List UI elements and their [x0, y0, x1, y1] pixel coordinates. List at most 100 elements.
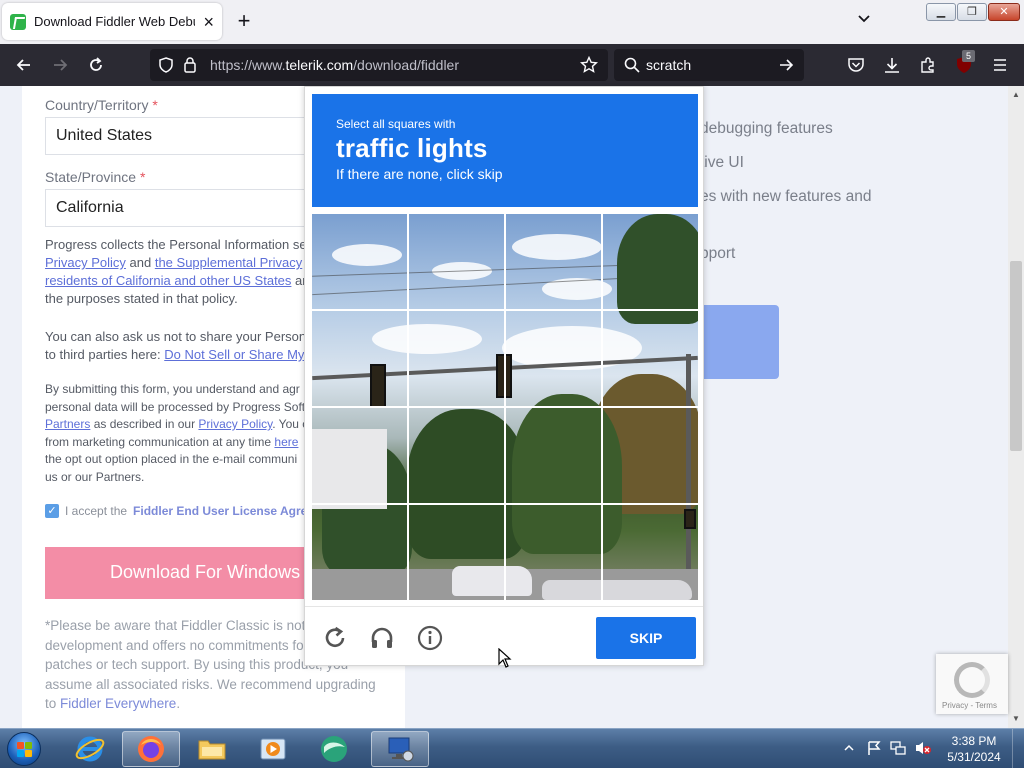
captcha-header: Select all squares with traffic lights I…: [312, 94, 698, 207]
consent-line: the opt out option placed in the e-mail …: [45, 452, 298, 466]
puzzle-icon: [921, 57, 934, 73]
captcha-tile-15[interactable]: [506, 505, 603, 600]
search-icon: [624, 57, 640, 73]
fiddler-everywhere-link[interactable]: Fiddler Everywhere: [60, 696, 176, 711]
taskbar-app[interactable]: [305, 731, 363, 767]
taskbar-internet-explorer[interactable]: [61, 731, 119, 767]
tab-title: Download Fiddler Web Debugg: [34, 14, 195, 29]
captcha-tile-13[interactable]: [312, 505, 409, 600]
captcha-tile-1[interactable]: [312, 214, 409, 311]
back-button[interactable]: [10, 52, 38, 78]
captcha-tile-5[interactable]: [312, 311, 409, 408]
supplemental-privacy-link[interactable]: the Supplemental Privacy: [155, 255, 302, 270]
reload-button[interactable]: [82, 52, 110, 78]
unsubscribe-here-link[interactable]: here: [274, 435, 298, 449]
show-hidden-icons-icon[interactable]: [844, 743, 854, 753]
network-icon[interactable]: [890, 740, 906, 756]
downloads-button[interactable]: [878, 52, 906, 78]
captcha-tile-8[interactable]: [603, 311, 698, 408]
address-bar[interactable]: https://www.telerik.com/download/fiddler: [150, 49, 608, 81]
shield-icon[interactable]: [158, 57, 174, 73]
restore-button[interactable]: ❐: [957, 3, 987, 21]
page-scrollbar[interactable]: ▲ ▼: [1008, 86, 1024, 728]
new-tab-button[interactable]: +: [232, 9, 256, 33]
recaptcha-badge[interactable]: Privacy - Terms: [936, 654, 1008, 714]
recaptcha-terms[interactable]: Privacy - Terms: [942, 701, 997, 710]
lock-icon[interactable]: [183, 56, 197, 73]
share-line: You can also ask us not to share your Pe…: [45, 329, 314, 344]
tab-fiddler-download[interactable]: Download Fiddler Web Debugg ×: [2, 3, 222, 40]
show-desktop-button[interactable]: [1012, 729, 1024, 768]
audio-challenge-button[interactable]: [369, 625, 395, 651]
search-bar[interactable]: scratch: [614, 49, 804, 81]
list-all-tabs-button[interactable]: [852, 10, 876, 34]
download-icon: [885, 58, 899, 73]
captcha-tile-2[interactable]: [409, 214, 506, 311]
eula-link[interactable]: Fiddler End User License Agree: [133, 504, 314, 518]
required-mark: *: [139, 169, 146, 185]
taskbar-file-explorer[interactable]: [183, 731, 241, 767]
captcha-tile-10[interactable]: [409, 408, 506, 505]
taskbar-media-player[interactable]: [244, 731, 302, 767]
captcha-tile-9[interactable]: [312, 408, 409, 505]
volume-muted-icon[interactable]: [914, 740, 932, 756]
taskbar-remote-desktop[interactable]: [371, 731, 429, 767]
info-icon: [417, 625, 443, 651]
forward-button[interactable]: [46, 52, 74, 78]
bookmark-star-icon[interactable]: [580, 56, 598, 74]
scrollbar-thumb[interactable]: [1010, 261, 1022, 451]
note-line: to Fiddler Everywhere.: [45, 694, 385, 714]
country-select[interactable]: United States: [45, 117, 345, 155]
help-info-button[interactable]: [417, 625, 443, 651]
reload-challenge-button[interactable]: [322, 625, 348, 651]
privacy-line: residents of California and other US Sta…: [45, 272, 315, 290]
windows-logo-icon: [7, 732, 41, 766]
captcha-tile-3[interactable]: [506, 214, 603, 311]
captcha-tile-7[interactable]: [506, 311, 603, 408]
try-now-button[interactable]: [700, 305, 779, 379]
captcha-tile-4[interactable]: [603, 214, 698, 311]
scroll-up-icon[interactable]: ▲: [1012, 90, 1020, 99]
privacy-line: Progress collects the Personal Informati…: [45, 237, 307, 252]
search-input[interactable]: scratch: [646, 57, 691, 73]
clock-date: 5/31/2024: [947, 750, 1001, 764]
start-button[interactable]: [4, 730, 44, 768]
download-for-windows-button[interactable]: Download For Windows: [45, 547, 345, 599]
minimize-button[interactable]: ▁: [926, 3, 956, 21]
consent-privacy-link[interactable]: Privacy Policy: [198, 417, 272, 431]
url-text[interactable]: https://www.telerik.com/download/fiddler: [210, 57, 459, 73]
captcha-challenge: Select all squares with traffic lights I…: [304, 86, 704, 666]
action-center-flag-icon[interactable]: [866, 740, 882, 756]
captcha-skip-button[interactable]: SKIP: [596, 617, 696, 659]
system-clock[interactable]: 3:38 PM 5/31/2024: [944, 733, 1004, 765]
captcha-tile-16[interactable]: [603, 505, 698, 600]
close-tab-icon[interactable]: ×: [203, 13, 214, 31]
eula-checkbox[interactable]: ✓: [45, 504, 59, 518]
feature-item: es with new features and: [700, 188, 872, 205]
url-prefix: https://www.: [210, 57, 286, 73]
residents-link[interactable]: residents of California and other US Sta…: [45, 273, 291, 288]
captcha-tile-14[interactable]: [409, 505, 506, 600]
go-arrow-icon[interactable]: [778, 57, 794, 73]
do-not-sell-link[interactable]: Do Not Sell or Share My: [164, 347, 304, 362]
eula-accept-text: I accept the: [65, 504, 128, 518]
state-select[interactable]: California: [45, 189, 345, 227]
captcha-tile-11[interactable]: [506, 408, 603, 505]
eula-accept-row[interactable]: ✓ I accept the Fiddler End User License …: [45, 502, 325, 520]
privacy-policy-link[interactable]: Privacy Policy: [45, 255, 126, 270]
pocket-button[interactable]: [842, 52, 870, 78]
share-notice: You can also ask us not to share your Pe…: [45, 328, 315, 364]
scroll-down-icon[interactable]: ▼: [1012, 714, 1020, 723]
captcha-tile-12[interactable]: [603, 408, 698, 505]
app-menu-button[interactable]: [986, 52, 1014, 78]
extensions-button[interactable]: [914, 52, 942, 78]
recaptcha-logo-icon: [954, 662, 990, 698]
arrow-right-icon: [54, 59, 68, 71]
consent-line: us or our Partners.: [45, 469, 145, 484]
reload-icon: [325, 626, 345, 647]
close-window-button[interactable]: ✕: [988, 3, 1020, 21]
captcha-tile-6[interactable]: [409, 311, 506, 408]
taskbar-firefox[interactable]: [122, 731, 180, 767]
partners-link[interactable]: Partners: [45, 417, 90, 431]
captcha-image-grid: [312, 214, 698, 600]
